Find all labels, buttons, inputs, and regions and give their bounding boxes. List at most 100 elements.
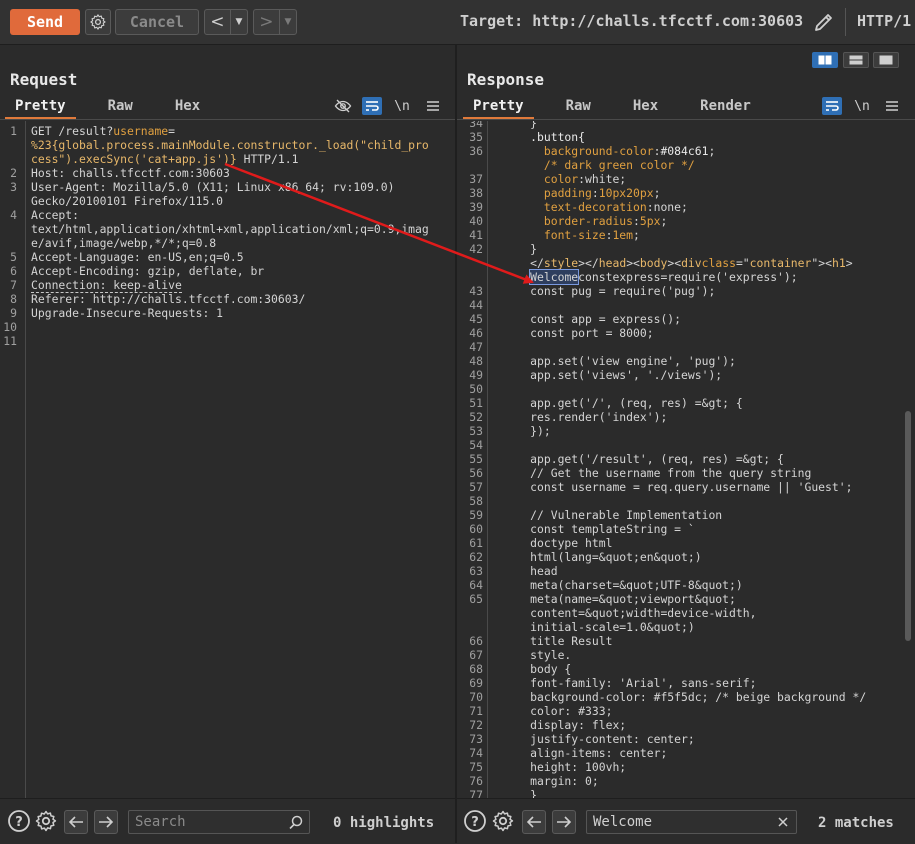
cancel-button[interactable]: Cancel xyxy=(115,9,199,35)
response-editor[interactable]: 34 } 35 .button{36 background-color:#084c… xyxy=(457,121,915,801)
layout-single-toggle[interactable] xyxy=(873,52,899,68)
dropdown-arrow-icon[interactable]: ▼ xyxy=(280,17,296,27)
code-token: HTTP/1.1 xyxy=(236,152,299,166)
code-token: > xyxy=(845,256,853,270)
tab-pretty[interactable]: Pretty xyxy=(463,97,534,119)
line-number: 37 xyxy=(469,172,483,186)
code-token: >< xyxy=(667,256,682,270)
code-line: color: #333; xyxy=(489,704,612,718)
search-settings-button[interactable] xyxy=(491,809,515,833)
hide-button[interactable] xyxy=(333,97,353,115)
code-token: color xyxy=(489,172,579,186)
hamburger-icon[interactable] xyxy=(882,97,902,115)
code-token: display: flex; xyxy=(489,718,627,732)
code-line: }); xyxy=(489,424,551,438)
code-token: ; xyxy=(653,186,661,200)
code-line: // Get the username from the query strin… xyxy=(489,466,811,480)
code-token: e/avif,image/webp,*/*;q=0.8 xyxy=(31,236,217,250)
word-wrap-toggle[interactable] xyxy=(362,97,382,115)
code-line: content=&quot;width=device-width, xyxy=(489,606,756,620)
code-line: display: flex; xyxy=(489,718,626,732)
tab-pretty[interactable]: Pretty xyxy=(5,97,76,119)
line-number: 67 xyxy=(469,648,483,662)
dropdown-arrow-icon[interactable]: ▼ xyxy=(231,17,247,27)
code-line: meta(name=&quot;viewport&quot; xyxy=(489,592,736,606)
line-number: 56 xyxy=(469,466,483,480)
code-line: margin: 0; xyxy=(489,774,599,788)
response-search-field[interactable] xyxy=(586,810,797,834)
code-token: 5px xyxy=(639,214,661,228)
word-wrap-toggle[interactable] xyxy=(822,97,842,115)
request-search-field[interactable] xyxy=(128,810,310,834)
tab-render[interactable]: Render xyxy=(690,97,761,119)
history-back-group[interactable]: < ▼ xyxy=(204,9,248,35)
response-title: Response xyxy=(467,70,545,89)
line-number: 8 xyxy=(10,292,17,306)
send-settings-button[interactable] xyxy=(85,9,111,35)
main-toolbar: Send Cancel < ▼ > ▼ Target: http://chall… xyxy=(0,0,915,45)
history-forward-group[interactable]: > ▼ xyxy=(253,9,297,35)
line-number: 45 xyxy=(469,312,483,326)
code-token: class xyxy=(701,256,736,270)
code-token: res.render('index'); xyxy=(489,410,668,424)
magnifier-icon[interactable] xyxy=(289,815,303,829)
chevron-right-icon[interactable]: > xyxy=(254,10,280,34)
tab-hex[interactable]: Hex xyxy=(623,97,668,119)
code-line: res.render('index'); xyxy=(489,410,667,424)
line-number: 64 xyxy=(469,578,483,592)
search-input[interactable] xyxy=(135,814,275,830)
line-number: 4 xyxy=(10,208,17,222)
protocol-label[interactable]: HTTP/1 xyxy=(857,12,911,30)
svg-text:?: ? xyxy=(15,815,23,830)
close-icon[interactable] xyxy=(778,817,788,827)
code-line: head xyxy=(489,564,557,578)
line-number: 52 xyxy=(469,410,483,424)
code-token: border-radius xyxy=(489,214,634,228)
code-token: style. xyxy=(489,648,572,662)
scrollbar[interactable] xyxy=(905,411,911,641)
next-match-button[interactable] xyxy=(94,810,118,834)
code-token: : xyxy=(633,214,640,228)
search-input[interactable] xyxy=(593,814,733,830)
code-line: font-family: 'Arial', sans-serif; xyxy=(489,676,756,690)
line-number: 75 xyxy=(469,760,483,774)
code-token: html(lang=&quot;en&quot;) xyxy=(489,550,702,564)
code-line: align-items: center; xyxy=(489,746,667,760)
tab-raw[interactable]: Raw xyxy=(98,97,143,119)
tab-hex[interactable]: Hex xyxy=(165,97,210,119)
line-number: 51 xyxy=(469,396,483,410)
wrap-icon xyxy=(826,101,839,111)
code-token: padding xyxy=(489,186,592,200)
code-token: const username = req.query.username || '… xyxy=(489,480,853,494)
line-number: 49 xyxy=(469,368,483,382)
search-settings-button[interactable] xyxy=(34,809,58,833)
newline-icon[interactable]: \n xyxy=(392,97,412,115)
newline-icon[interactable]: \n xyxy=(852,97,872,115)
chevron-left-icon[interactable]: < xyxy=(205,10,231,34)
line-number: 40 xyxy=(469,214,483,228)
help-icon: ? xyxy=(464,810,486,832)
layout-stacked-toggle[interactable] xyxy=(843,52,869,68)
code-token: Accept: xyxy=(31,208,80,222)
code-token: Upgrade-Insecure-Requests: 1 xyxy=(31,306,224,320)
response-tabs: Pretty Raw Hex Render xyxy=(463,97,783,119)
layout-side-by-side-toggle[interactable] xyxy=(812,52,838,68)
previous-match-button[interactable] xyxy=(522,810,546,834)
send-button[interactable]: Send xyxy=(10,9,80,35)
code-line: app.set('views', './views'); xyxy=(489,368,722,382)
edit-target-button[interactable] xyxy=(812,10,836,34)
help-button[interactable]: ? xyxy=(7,809,31,833)
code-token: </ xyxy=(489,256,544,270)
help-button[interactable]: ? xyxy=(463,809,487,833)
code-token: text/html,application/xhtml+xml,applicat… xyxy=(31,222,429,236)
request-editor[interactable]: 1 GET /result?username= %23{global.process… xyxy=(0,121,455,801)
line-number: 54 xyxy=(469,438,483,452)
hamburger-icon[interactable] xyxy=(423,97,443,115)
next-match-button[interactable] xyxy=(552,810,576,834)
code-token: =" xyxy=(735,256,750,270)
line-number: 44 xyxy=(469,298,483,312)
tab-raw[interactable]: Raw xyxy=(556,97,601,119)
code-line: text/html,application/xhtml+xml,applicat… xyxy=(31,222,429,236)
code-line: } xyxy=(489,121,537,130)
previous-match-button[interactable] xyxy=(64,810,88,834)
